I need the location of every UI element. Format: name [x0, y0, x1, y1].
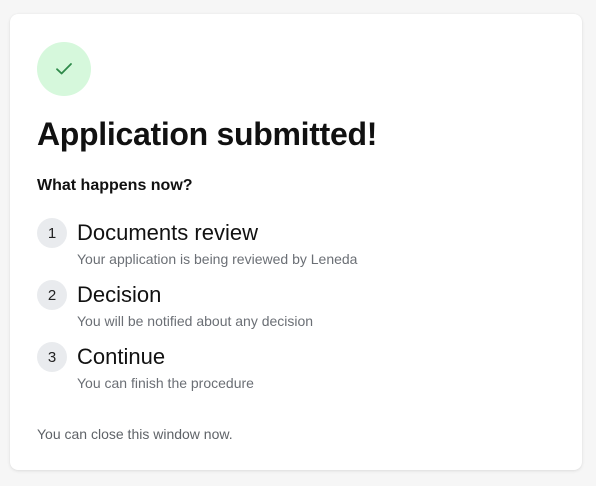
step-item: 2 Decision You will be notified about an…: [37, 278, 557, 340]
step-description: You will be notified about any decision: [77, 313, 314, 329]
step-description: Your application is being reviewed by Le…: [77, 251, 358, 267]
confirmation-card: Application submitted! What happens now?…: [10, 14, 582, 470]
step-number-badge: 2: [37, 280, 67, 310]
step-item: 3 Continue You can finish the procedure: [37, 340, 557, 402]
step-number-badge: 3: [37, 342, 67, 372]
step-title: Documents review: [77, 220, 258, 245]
page-title: Application submitted!: [37, 116, 378, 152]
step-description: You can finish the procedure: [77, 375, 254, 391]
steps-list: 1 Documents review Your application is b…: [37, 216, 557, 402]
step-number-badge: 1: [37, 218, 67, 248]
check-icon: [56, 63, 72, 75]
success-badge: [37, 42, 91, 96]
close-window-note: You can close this window now.: [37, 426, 233, 442]
step-title: Decision: [77, 282, 162, 307]
step-item: 1 Documents review Your application is b…: [37, 216, 557, 278]
section-subtitle: What happens now?: [37, 177, 193, 194]
step-title: Continue: [77, 344, 166, 369]
